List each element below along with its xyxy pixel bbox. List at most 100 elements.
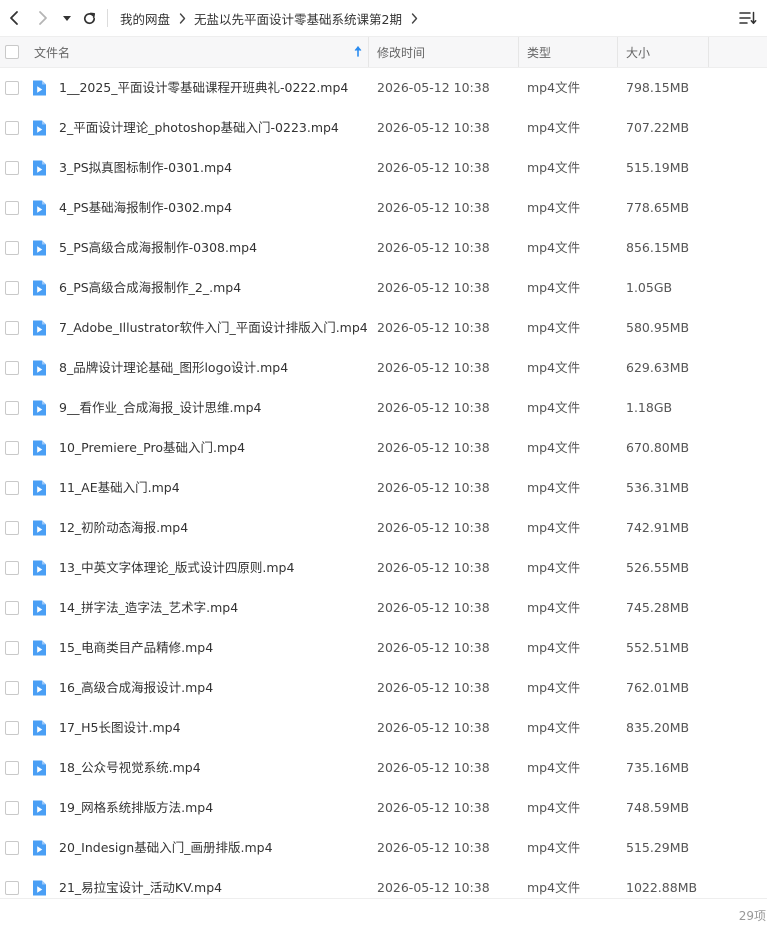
table-row[interactable]: 9__看作业_合成海报_设计思维.mp4 2026-05-12 10:38 mp… [0, 388, 767, 428]
file-size: 629.63MB [626, 360, 690, 375]
video-file-icon [33, 280, 46, 296]
row-checkbox[interactable] [5, 561, 19, 575]
row-checkbox[interactable] [5, 841, 19, 855]
table-row[interactable]: 18_公众号视觉系统.mp4 2026-05-12 10:38 mp4文件 73… [0, 748, 767, 788]
table-row[interactable]: 14_拼字法_造字法_艺术字.mp4 2026-05-12 10:38 mp4文… [0, 588, 767, 628]
toolbar: 我的网盘 无盐以先平面设计零基础系统课第2期 [0, 0, 767, 36]
row-checkbox[interactable] [5, 881, 19, 895]
file-name: 9__看作业_合成海报_设计思维.mp4 [59, 400, 262, 415]
sort-list-icon [739, 11, 757, 25]
breadcrumb-separator-icon [179, 12, 186, 24]
file-size: 515.29MB [626, 840, 690, 855]
column-header-type-label: 类型 [527, 45, 552, 60]
file-size: 748.59MB [626, 800, 690, 815]
row-checkbox[interactable] [5, 721, 19, 735]
file-type: mp4文件 [527, 520, 581, 535]
table-row[interactable]: 4_PS基础海报制作-0302.mp4 2026-05-12 10:38 mp4… [0, 188, 767, 228]
file-size: 552.51MB [626, 640, 690, 655]
sort-button[interactable] [737, 8, 759, 28]
column-header-name[interactable]: 文件名 [0, 37, 369, 67]
forward-button[interactable] [33, 8, 53, 28]
file-name: 16_高级合成海报设计.mp4 [59, 680, 214, 695]
file-modified: 2026-05-12 10:38 [377, 120, 490, 135]
table-row[interactable]: 17_H5长图设计.mp4 2026-05-12 10:38 mp4文件 835… [0, 708, 767, 748]
row-checkbox[interactable] [5, 321, 19, 335]
table-row[interactable]: 8_品牌设计理论基础_图形logo设计.mp4 2026-05-12 10:38… [0, 348, 767, 388]
table-row[interactable]: 5_PS高级合成海报制作-0308.mp4 2026-05-12 10:38 m… [0, 228, 767, 268]
file-type: mp4文件 [527, 800, 581, 815]
back-button[interactable] [4, 8, 24, 28]
file-type: mp4文件 [527, 840, 581, 855]
row-checkbox[interactable] [5, 601, 19, 615]
refresh-button[interactable] [79, 8, 99, 28]
file-type: mp4文件 [527, 120, 581, 135]
file-type: mp4文件 [527, 400, 581, 415]
row-checkbox[interactable] [5, 401, 19, 415]
table-row[interactable]: 12_初阶动态海报.mp4 2026-05-12 10:38 mp4文件 742… [0, 508, 767, 548]
file-size: 856.15MB [626, 240, 690, 255]
table-row[interactable]: 7_Adobe_Illustrator软件入门_平面设计排版入门.mp4 202… [0, 308, 767, 348]
table-row[interactable]: 19_网格系统排版方法.mp4 2026-05-12 10:38 mp4文件 7… [0, 788, 767, 828]
row-checkbox[interactable] [5, 641, 19, 655]
table-row[interactable]: 10_Premiere_Pro基础入门.mp4 2026-05-12 10:38… [0, 428, 767, 468]
history-dropdown-button[interactable] [59, 8, 75, 28]
table-row[interactable]: 1__2025_平面设计零基础课程开班典礼-0222.mp4 2026-05-1… [0, 68, 767, 108]
table-row[interactable]: 13_中英文字体理论_版式设计四原则.mp4 2026-05-12 10:38 … [0, 548, 767, 588]
row-checkbox[interactable] [5, 801, 19, 815]
file-size: 798.15MB [626, 80, 690, 95]
row-checkbox[interactable] [5, 481, 19, 495]
file-modified: 2026-05-12 10:38 [377, 280, 490, 295]
video-file-icon [33, 360, 46, 376]
file-type: mp4文件 [527, 240, 581, 255]
file-size: 515.19MB [626, 160, 690, 175]
file-size: 1.05GB [626, 280, 673, 295]
column-header-type[interactable]: 类型 [519, 37, 618, 67]
video-file-icon [33, 760, 46, 776]
file-modified: 2026-05-12 10:38 [377, 200, 490, 215]
breadcrumb-item-current[interactable]: 无盐以先平面设计零基础系统课第2期 [194, 9, 402, 28]
file-size: 670.80MB [626, 440, 690, 455]
file-type: mp4文件 [527, 360, 581, 375]
table-row[interactable]: 6_PS高级合成海报制作_2_.mp4 2026-05-12 10:38 mp4… [0, 268, 767, 308]
caret-down-icon [63, 16, 71, 21]
table-row[interactable]: 16_高级合成海报设计.mp4 2026-05-12 10:38 mp4文件 7… [0, 668, 767, 708]
row-checkbox[interactable] [5, 441, 19, 455]
row-checkbox[interactable] [5, 161, 19, 175]
column-header-name-label: 文件名 [34, 45, 71, 60]
table-row[interactable]: 3_PS拟真图标制作-0301.mp4 2026-05-12 10:38 mp4… [0, 148, 767, 188]
file-modified: 2026-05-12 10:38 [377, 160, 490, 175]
table-row[interactable]: 15_电商类目产品精修.mp4 2026-05-12 10:38 mp4文件 5… [0, 628, 767, 668]
row-checkbox[interactable] [5, 761, 19, 775]
table-row[interactable]: 20_Indesign基础入门_画册排版.mp4 2026-05-12 10:3… [0, 828, 767, 868]
row-checkbox[interactable] [5, 681, 19, 695]
table-row[interactable]: 11_AE基础入门.mp4 2026-05-12 10:38 mp4文件 536… [0, 468, 767, 508]
file-size: 580.95MB [626, 320, 690, 335]
breadcrumb-item-root[interactable]: 我的网盘 [120, 9, 170, 28]
file-modified: 2026-05-12 10:38 [377, 720, 490, 735]
file-size: 762.01MB [626, 680, 690, 695]
table-header: 文件名 修改时间 类型 大小 [0, 36, 767, 68]
video-file-icon [33, 200, 46, 216]
row-checkbox[interactable] [5, 201, 19, 215]
video-file-icon [33, 640, 46, 656]
file-modified: 2026-05-12 10:38 [377, 80, 490, 95]
row-checkbox[interactable] [5, 81, 19, 95]
table-row[interactable]: 2_平面设计理论_photoshop基础入门-0223.mp4 2026-05-… [0, 108, 767, 148]
row-checkbox[interactable] [5, 521, 19, 535]
column-header-modified[interactable]: 修改时间 [369, 37, 519, 67]
video-file-icon [33, 400, 46, 416]
file-modified: 2026-05-12 10:38 [377, 640, 490, 655]
file-modified: 2026-05-12 10:38 [377, 600, 490, 615]
file-modified: 2026-05-12 10:38 [377, 760, 490, 775]
file-size: 536.31MB [626, 480, 690, 495]
breadcrumb-separator-icon[interactable] [411, 12, 418, 24]
file-type: mp4文件 [527, 280, 581, 295]
file-type: mp4文件 [527, 480, 581, 495]
row-checkbox[interactable] [5, 281, 19, 295]
column-header-size[interactable]: 大小 [618, 37, 709, 67]
file-type: mp4文件 [527, 160, 581, 175]
video-file-icon [33, 880, 46, 896]
row-checkbox[interactable] [5, 361, 19, 375]
row-checkbox[interactable] [5, 121, 19, 135]
row-checkbox[interactable] [5, 241, 19, 255]
